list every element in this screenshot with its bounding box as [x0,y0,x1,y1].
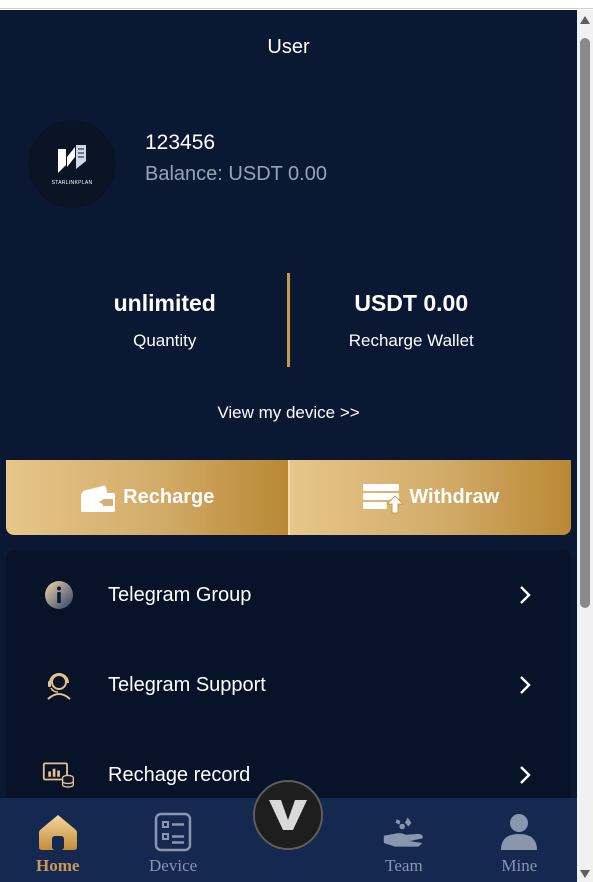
menu-item-telegram-group[interactable]: Telegram Group [6,550,571,640]
withdraw-stack-icon [363,483,405,513]
chevron-right-icon [520,676,531,694]
menu-item-telegram-support[interactable]: Telegram Support [6,640,571,730]
tab-device[interactable]: Device [115,798,230,882]
stat-quantity-value: unlimited [113,289,216,316]
balance-label: Balance: [145,163,223,185]
tab-mine[interactable]: Mine [462,798,577,882]
v-logo-icon [269,800,307,830]
balance: Balance: USDT 0.00 [145,163,327,186]
stat-wallet-label: Recharge Wallet [348,330,474,350]
page-title: User [267,36,310,58]
withdraw-label: Withdraw [409,486,500,508]
chart-records-icon [42,758,76,792]
chevron-right-icon [520,766,531,784]
device-list-icon [151,810,195,854]
menu-item-label: Telegram Support [108,673,266,696]
menu-list: Telegram Group Telegram Support Rechage … [6,550,571,810]
menu-item-label: Rechage record [108,763,251,786]
balance-value: USDT 0.00 [228,163,327,185]
stat-quantity: unlimited Quantity [43,273,287,367]
avatar: STARLINKPLAN [28,120,116,208]
recharge-button[interactable]: Recharge [6,460,288,535]
center-v-button[interactable] [253,780,323,850]
browser-top-edge [0,0,593,9]
action-buttons: Recharge Withdraw [6,460,571,535]
info-icon [42,578,76,612]
scroll-thumb[interactable] [580,38,590,608]
stat-quantity-label: Quantity [133,330,197,350]
tab-device-label: Device [149,856,198,875]
tab-team[interactable]: Team [346,798,461,882]
avatar-logo-text: STARLINKPLAN [51,179,93,186]
chevron-right-icon [520,586,531,604]
tab-home[interactable]: Home [0,798,115,882]
support-agent-icon [42,668,76,702]
tab-team-label: Team [385,856,423,875]
scroll-down-arrow-icon[interactable] [580,870,590,878]
starlinkplan-logo-icon [58,144,86,173]
menu-item-label: Telegram Group [108,583,252,606]
username: 123456 [145,131,216,154]
team-hand-icon [382,810,426,854]
stat-wallet-value: USDT 0.00 [354,289,469,316]
tab-home-label: Home [35,856,80,875]
view-my-device-link[interactable]: View my device >> [0,403,577,423]
home-icon [36,810,80,854]
stats-panel: unlimited Quantity USDT 0.00 Recharge Wa… [43,273,533,367]
scroll-up-arrow-icon[interactable] [580,16,590,24]
user-profile-icon [497,810,541,854]
vertical-scrollbar[interactable] [577,10,593,882]
stat-recharge-wallet: USDT 0.00 Recharge Wallet [290,273,534,367]
recharge-label: Recharge [123,486,215,508]
wallet-icon [81,485,116,512]
withdraw-button[interactable]: Withdraw [287,460,571,535]
app-screen: User STARLINKPLAN 123456 Balance: USDT 0… [0,10,577,882]
tab-mine-label: Mine [501,856,538,875]
